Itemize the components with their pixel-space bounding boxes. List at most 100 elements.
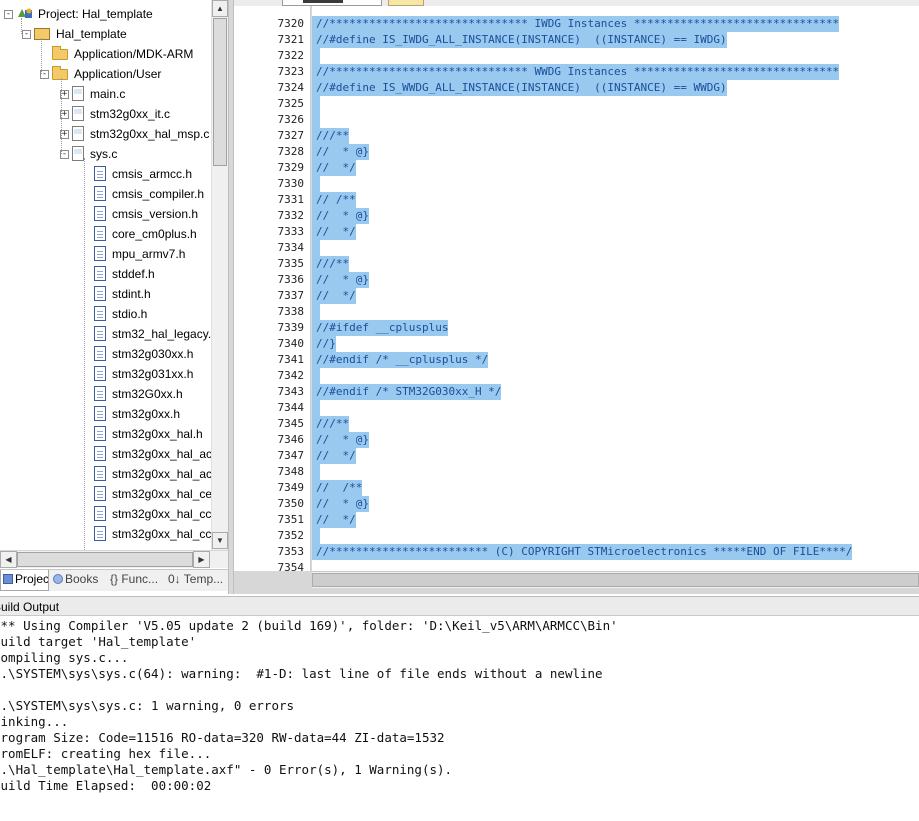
code-line[interactable]: ///**: [312, 416, 350, 432]
tree-item[interactable]: mpu_armv7.h: [0, 244, 211, 264]
code-line[interactable]: // */: [312, 224, 356, 240]
tree-item[interactable]: stm32g0xx_hal.h: [0, 424, 211, 444]
scroll-thumb[interactable]: [312, 573, 919, 587]
code-line[interactable]: // * @}: [312, 496, 369, 512]
code-line[interactable]: [312, 368, 320, 384]
tree-item-label: stm32_hal_legacy.: [112, 327, 211, 341]
tree-item[interactable]: core_cm0plus.h: [0, 224, 211, 244]
code-line[interactable]: //#endif /* __cplusplus */: [312, 352, 489, 368]
code-text: // */: [316, 289, 356, 302]
code-line[interactable]: [312, 240, 320, 256]
code-line[interactable]: //************************ (C) COPYRIGHT…: [312, 544, 853, 560]
code-line[interactable]: // */: [312, 288, 356, 304]
code-line[interactable]: [312, 112, 320, 128]
code-line[interactable]: //#define IS_WWDG_ALL_INSTANCE(INSTANCE)…: [312, 80, 727, 96]
code-line[interactable]: // * @}: [312, 208, 369, 224]
tree-item[interactable]: - Application/User: [0, 64, 211, 84]
tree-item-label: stm32g0xx_hal_msp.c: [90, 127, 210, 141]
output-line: Program Size: Code=11516 RO-data=320 RW-…: [0, 730, 445, 745]
tree-item[interactable]: stm32_hal_legacy.: [0, 324, 211, 344]
tree-item[interactable]: cmsis_version.h: [0, 204, 211, 224]
scroll-thumb[interactable]: [17, 552, 193, 567]
code-line[interactable]: // * @}: [312, 144, 369, 160]
tree-item[interactable]: stm32g0xx_hal_cc: [0, 524, 211, 544]
tree-item[interactable]: + stm32g0xx_it.c: [0, 104, 211, 124]
tree-item[interactable]: stm32g0xx.h: [0, 404, 211, 424]
code-line[interactable]: [312, 48, 320, 64]
code-line[interactable]: //}: [312, 336, 336, 352]
scroll-left-arrow-icon[interactable]: ◀: [0, 551, 17, 568]
tree-item[interactable]: stdio.h: [0, 304, 211, 324]
tree-item[interactable]: - sys.c: [0, 144, 211, 164]
header-file-icon: [94, 266, 106, 281]
collapse-icon[interactable]: -: [22, 30, 31, 39]
tree-item[interactable]: stdint.h: [0, 284, 211, 304]
selection-highlight: [312, 240, 320, 256]
tree-vertical-scrollbar[interactable]: ▲ ▼: [211, 0, 228, 550]
tab-functions[interactable]: {} Func...: [108, 570, 163, 591]
selection-highlight: ///**: [312, 256, 350, 272]
tree-item-label: stm32g0xx.h: [112, 407, 181, 421]
scroll-down-arrow-icon[interactable]: ▼: [212, 532, 228, 549]
tree-item[interactable]: stm32G0xx.h: [0, 384, 211, 404]
tree-item[interactable]: - Hal_template: [0, 24, 211, 44]
code-line[interactable]: ///**: [312, 128, 350, 144]
tree-item[interactable]: + main.c: [0, 84, 211, 104]
code-line[interactable]: // * @}: [312, 432, 369, 448]
tree-item[interactable]: cmsis_compiler.h: [0, 184, 211, 204]
code-line[interactable]: [312, 464, 320, 480]
tree-item[interactable]: stm32g0xx_hal_ce: [0, 484, 211, 504]
tree-item[interactable]: stddef.h: [0, 264, 211, 284]
code-line[interactable]: //****************************** WWDG In…: [312, 64, 840, 80]
scroll-right-arrow-icon[interactable]: ▶: [193, 551, 210, 568]
tree-item[interactable]: cmsis_armcc.h: [0, 164, 211, 184]
tab-project[interactable]: Project: [0, 570, 49, 591]
tree-item[interactable]: stm32g0xx_hal_ac: [0, 464, 211, 484]
code-line[interactable]: [312, 400, 320, 416]
selection-highlight: //#endif /* __cplusplus */: [312, 352, 489, 368]
code-line[interactable]: //#define IS_IWDG_ALL_INSTANCE(INSTANCE)…: [312, 32, 727, 48]
scroll-thumb[interactable]: [213, 18, 227, 166]
build-output-log[interactable]: *** Using Compiler 'V5.05 update 2 (buil…: [0, 617, 919, 821]
editor-horizontal-scrollbar[interactable]: [312, 571, 919, 588]
collapse-icon[interactable]: -: [4, 10, 13, 19]
tab-books[interactable]: Books: [51, 570, 103, 591]
tree-item[interactable]: - Project: Hal_template: [0, 4, 211, 24]
scroll-up-arrow-icon[interactable]: ▲: [212, 0, 228, 17]
output-line: Build Time Elapsed: 00:00:02: [0, 778, 212, 793]
tree-item[interactable]: stm32g0xx_hal_ac: [0, 444, 211, 464]
header-file-icon: [94, 526, 106, 541]
code-line[interactable]: //****************************** IWDG In…: [312, 16, 840, 32]
tree-horizontal-scrollbar[interactable]: ◀ ▶: [0, 550, 228, 568]
tab-templates[interactable]: 0↓ Temp...: [166, 570, 226, 591]
header-file-icon: [94, 166, 106, 181]
code-text: // /**: [316, 481, 363, 494]
code-line[interactable]: // */: [312, 160, 356, 176]
code-line[interactable]: // * @}: [312, 272, 369, 288]
code-line[interactable]: // */: [312, 512, 356, 528]
tree-item[interactable]: stm32g030xx.h: [0, 344, 211, 364]
header-file-icon: [94, 306, 106, 321]
code-line[interactable]: ///**: [312, 256, 350, 272]
tree-item-label: stm32g0xx_hal_ac: [112, 467, 211, 481]
c-file-icon: [72, 126, 84, 141]
code-line[interactable]: [312, 176, 320, 192]
tree-item[interactable]: + stm32g0xx_hal_msp.c: [0, 124, 211, 144]
code-area[interactable]: //****************************** IWDG In…: [312, 6, 919, 571]
tree-item-label: cmsis_compiler.h: [112, 187, 205, 201]
tree-item[interactable]: stm32g031xx.h: [0, 364, 211, 384]
code-line[interactable]: [312, 304, 320, 320]
tree-item[interactable]: Application/MDK-ARM: [0, 44, 211, 64]
code-line[interactable]: [312, 96, 320, 112]
code-line[interactable]: // /**: [312, 480, 363, 496]
tree-item[interactable]: stm32g0xx_hal_cc: [0, 504, 211, 524]
line-number: 7346: [277, 433, 305, 446]
code-line[interactable]: // */: [312, 448, 356, 464]
selection-highlight: // */: [312, 160, 356, 176]
code-line[interactable]: [312, 528, 320, 544]
code-line[interactable]: // /**: [312, 192, 356, 208]
tree-connector: [61, 78, 62, 154]
line-number: 7348: [277, 465, 305, 478]
code-line[interactable]: //#ifdef __cplusplus: [312, 320, 449, 336]
code-line[interactable]: //#endif /* STM32G030xx_H */: [312, 384, 502, 400]
